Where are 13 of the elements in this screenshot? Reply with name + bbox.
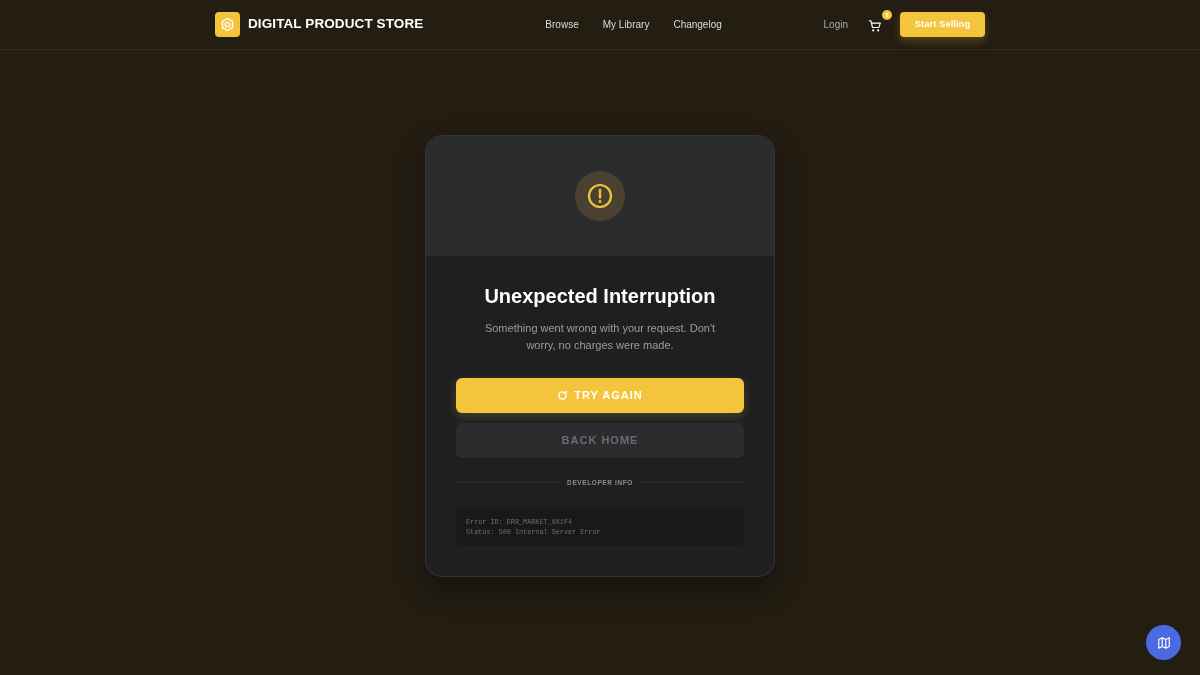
cart-icon[interactable] <box>868 18 882 33</box>
map-icon <box>1156 635 1171 650</box>
nav-link[interactable]: Browse <box>545 17 579 32</box>
error-title: Unexpected Interruption <box>483 284 717 308</box>
map-button[interactable] <box>1146 625 1181 660</box>
alert-icon <box>575 171 625 221</box>
logo-icon <box>215 12 240 37</box>
store-name[interactable]: DIGITAL PRODUCT STORE <box>248 14 424 35</box>
nav-link[interactable]: Changelog <box>673 17 722 32</box>
error-message: Something went wrong with your request. Don't worry, no charges were made. <box>483 321 717 353</box>
login-link[interactable]: Login <box>823 17 848 32</box>
nav-link[interactable]: My Library <box>602 17 650 32</box>
refresh-icon <box>557 390 569 401</box>
